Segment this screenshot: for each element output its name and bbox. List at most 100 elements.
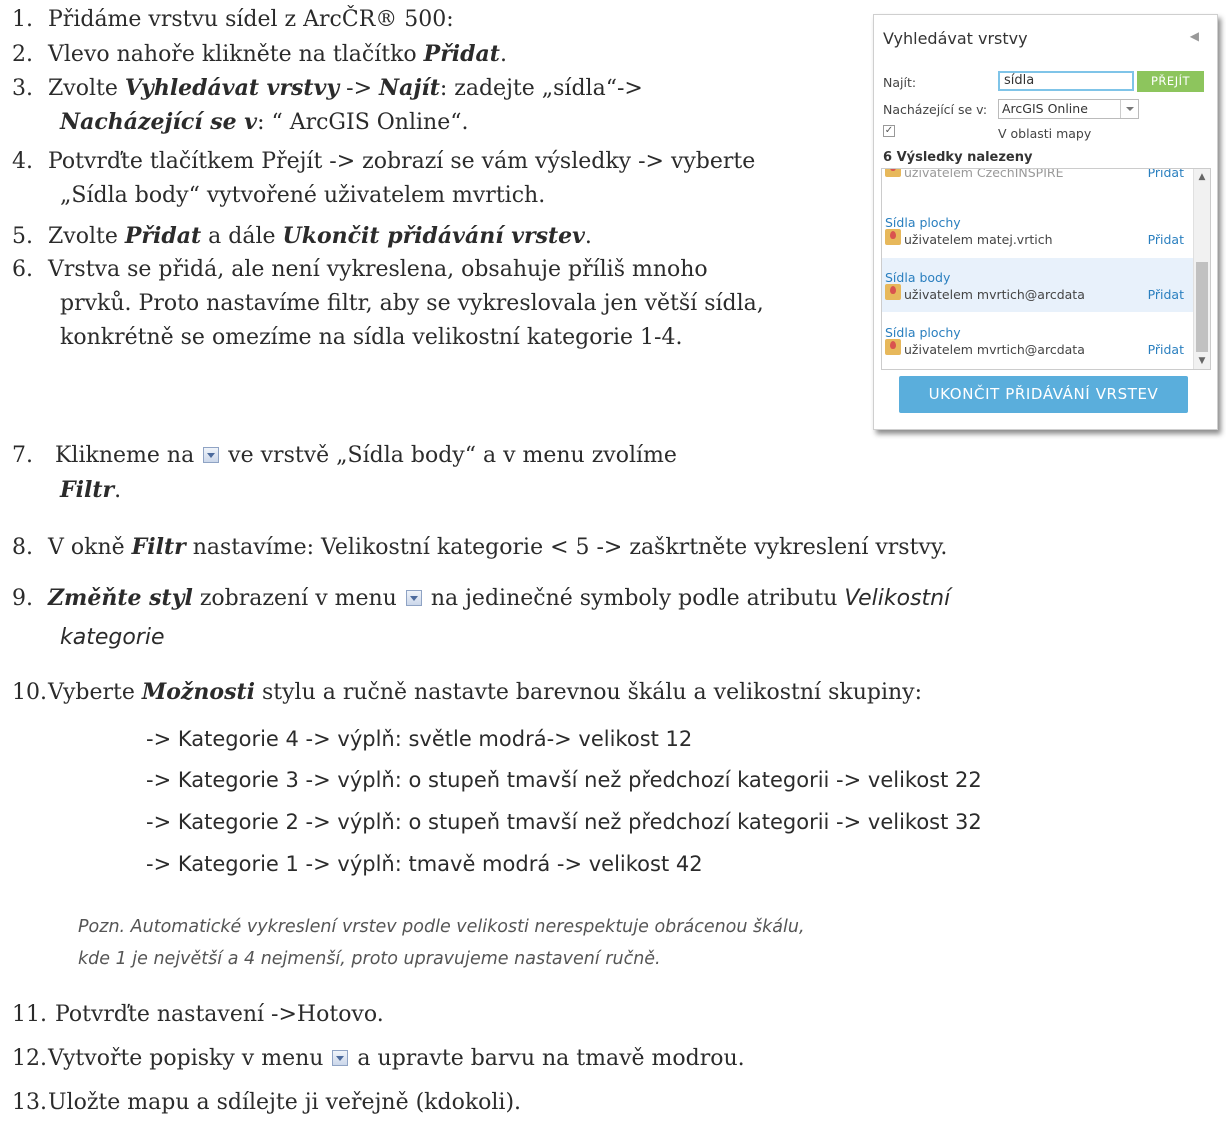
step-text: Přidáme vrstvu sídel z ArcČR® 500: bbox=[48, 7, 454, 32]
sub-item: -> Kategorie 4 -> výplň: světle modrá-> … bbox=[146, 727, 693, 751]
within-select[interactable]: ArcGIS Online bbox=[998, 99, 1139, 119]
step-continuation: prvků. Proto nastavíme filtr, aby se vyk… bbox=[60, 291, 764, 316]
step-continuation: kategorie bbox=[60, 625, 165, 650]
results-list[interactable]: uživatelem CzechINSPIRE Přidat Sídla plo… bbox=[881, 168, 1211, 370]
step-text: na jedinečné symboly podle atributu bbox=[423, 586, 845, 611]
step-number: 2. bbox=[12, 42, 33, 67]
step-text: Potvrďte nastavení ->Hotovo. bbox=[48, 1002, 384, 1027]
sub-item: -> Kategorie 3 -> výplň: o stupeň tmavší… bbox=[146, 768, 982, 792]
step-5: 5. Zvolte Přidat a dále Ukončit přidávání… bbox=[12, 219, 592, 254]
step-text: Potvrďte tlačítkem Přejít -> zobrazí se … bbox=[48, 149, 756, 174]
within-select-value: ArcGIS Online bbox=[1002, 101, 1088, 116]
step-text: . bbox=[499, 42, 507, 67]
step-4: 4. Potvrďte tlačítkem Přejít -> zobrazí s… bbox=[12, 145, 756, 208]
step-emph: Nacházející se v bbox=[60, 109, 258, 135]
step-text: Vlevo nahoře klikněte na tlačítko bbox=[48, 42, 424, 67]
step-attr: Velikostní bbox=[844, 586, 951, 611]
layer-item-icon bbox=[885, 284, 901, 300]
map-area-checkbox[interactable]: ✓ bbox=[883, 125, 895, 137]
result-name[interactable]: Sídla body bbox=[885, 270, 950, 285]
step-emph: Ukončit přidávání vrstev bbox=[282, 223, 585, 249]
layer-item-icon bbox=[885, 339, 901, 355]
step-text: Vrstva se přidá, ale není vykreslena, ob… bbox=[48, 257, 708, 282]
finish-adding-layers-button[interactable]: UKONČIT PŘIDÁVÁNÍ VRSTEV bbox=[899, 376, 1188, 413]
step-continuation: Filtr. bbox=[60, 473, 121, 508]
step-emph: Filtr bbox=[131, 534, 186, 560]
result-owner: uživatelem CzechINSPIRE bbox=[904, 168, 1064, 180]
step-text: -> bbox=[339, 76, 380, 101]
result-item[interactable]: uživatelem CzechINSPIRE Přidat bbox=[882, 169, 1194, 189]
step-text: Zvolte bbox=[48, 76, 125, 101]
result-item[interactable]: Sídla plochy uživatelem matej.vrtich Při… bbox=[882, 203, 1194, 257]
step-number: 10. bbox=[12, 680, 47, 705]
step-number: 4. bbox=[12, 149, 33, 174]
step-text: Vyberte bbox=[48, 680, 142, 705]
step-text: Vytvořte popisky v menu bbox=[48, 1046, 331, 1071]
step-number: 7. bbox=[12, 443, 33, 468]
step-2: 2. Vlevo nahoře klikněte na tlačítko Přid… bbox=[12, 37, 507, 72]
step-text: a upravte barvu na tmavě modrou. bbox=[350, 1046, 745, 1071]
scroll-down-icon[interactable]: ▼ bbox=[1194, 353, 1210, 369]
step-text: ve vrstvě „Sídla body“ a v menu zvolíme bbox=[221, 443, 677, 468]
step-continuation: Nacházející se v: “ ArcGIS Online“. bbox=[60, 105, 468, 140]
menu-dropdown-icon bbox=[332, 1050, 349, 1066]
panel-title: Vyhledávat vrstvy bbox=[883, 29, 1028, 48]
scroll-up-icon[interactable]: ▲ bbox=[1194, 169, 1210, 185]
step-1: 1. Přidáme vrstvu sídel z ArcČR® 500: bbox=[12, 3, 454, 37]
result-name[interactable]: Sídla plochy bbox=[885, 215, 961, 230]
step-text: zobrazení v menu bbox=[192, 586, 404, 611]
step-number: 12. bbox=[12, 1046, 47, 1071]
search-layers-panel: Vyhledávat vrstvy ◀ Najít: sídla PŘEJÍT … bbox=[873, 14, 1218, 430]
step-text: nastavíme: Velikostní kategorie < 5 -> z… bbox=[185, 535, 948, 560]
step-emph: Možnosti bbox=[141, 679, 255, 705]
scroll-thumb[interactable] bbox=[1196, 262, 1208, 352]
result-owner: uživatelem mvrtich@arcdata bbox=[904, 342, 1085, 357]
step-continuation: konkrétně se omezíme na sídla velikostní… bbox=[60, 325, 683, 350]
step-7: 7. Klikneme na ve vrstvě „Sídla body“ a … bbox=[12, 439, 677, 503]
step-text: Klikneme na bbox=[48, 443, 202, 468]
step-number: 1. bbox=[12, 7, 33, 32]
result-name[interactable]: Sídla plochy bbox=[885, 325, 961, 340]
add-link[interactable]: Přidat bbox=[1148, 342, 1184, 357]
step-9: 9. Změňte styl zobrazení v menu na jedine… bbox=[12, 581, 951, 650]
chevron-down-icon bbox=[1120, 100, 1138, 118]
result-item[interactable]: Sídla plochy uživatelem mvrtich@arcdata … bbox=[882, 313, 1194, 367]
within-label: Nacházející se v: bbox=[883, 102, 988, 117]
step-number: 6. bbox=[12, 257, 33, 282]
layer-item-icon bbox=[885, 229, 901, 245]
step-11: 11. Potvrďte nastavení ->Hotovo. bbox=[12, 998, 384, 1032]
step-text: Uložte mapu a sdílejte ji veřejně (kdoko… bbox=[48, 1090, 522, 1115]
go-button[interactable]: PŘEJÍT bbox=[1137, 71, 1204, 92]
find-label: Najít: bbox=[883, 75, 917, 90]
result-owner: uživatelem matej.vrtich bbox=[904, 232, 1053, 247]
step-text: V okně bbox=[48, 535, 132, 560]
step-6: 6. Vrstva se přidá, ale není vykreslena, … bbox=[12, 253, 764, 350]
add-link[interactable]: Přidat bbox=[1148, 169, 1184, 180]
menu-dropdown-icon bbox=[203, 447, 220, 463]
layer-item-icon bbox=[885, 169, 901, 177]
step-text: a dále bbox=[201, 224, 283, 249]
add-link[interactable]: Přidat bbox=[1148, 287, 1184, 302]
note-line: Pozn. Automatické vykreslení vrstev podl… bbox=[78, 917, 805, 937]
step-emph: Změňte styl bbox=[48, 585, 193, 611]
step-8: 8. V okně Filtr nastavíme: Velikostní kat… bbox=[12, 530, 947, 565]
result-item[interactable]: Sídla body uživatelem mvrtich@arcdata Př… bbox=[882, 258, 1194, 312]
step-number: 8. bbox=[12, 535, 33, 560]
results-count: 6 Výsledky nalezeny bbox=[883, 150, 1033, 165]
step-text: Zvolte bbox=[48, 224, 125, 249]
step-text: . bbox=[114, 478, 122, 503]
map-area-label: V oblasti mapy bbox=[998, 126, 1092, 141]
step-number: 11. bbox=[12, 1002, 47, 1027]
results-scrollbar[interactable]: ▲ ▼ bbox=[1193, 169, 1210, 369]
step-emph: Vyhledávat vrstvy bbox=[124, 75, 340, 101]
step-text: . bbox=[584, 224, 592, 249]
step-emph: Přidat bbox=[124, 223, 202, 249]
sub-item: -> Kategorie 2 -> výplň: o stupeň tmavší… bbox=[146, 810, 982, 834]
search-input[interactable]: sídla bbox=[998, 71, 1134, 91]
step-emph: Filtr bbox=[60, 477, 115, 503]
step-text: : “ ArcGIS Online“. bbox=[257, 110, 469, 135]
note-line: kde 1 je největší a 4 nejmenší, proto up… bbox=[78, 949, 661, 969]
collapse-icon[interactable]: ◀ bbox=[1190, 29, 1199, 43]
step-number: 5. bbox=[12, 224, 33, 249]
add-link[interactable]: Přidat bbox=[1148, 232, 1184, 247]
